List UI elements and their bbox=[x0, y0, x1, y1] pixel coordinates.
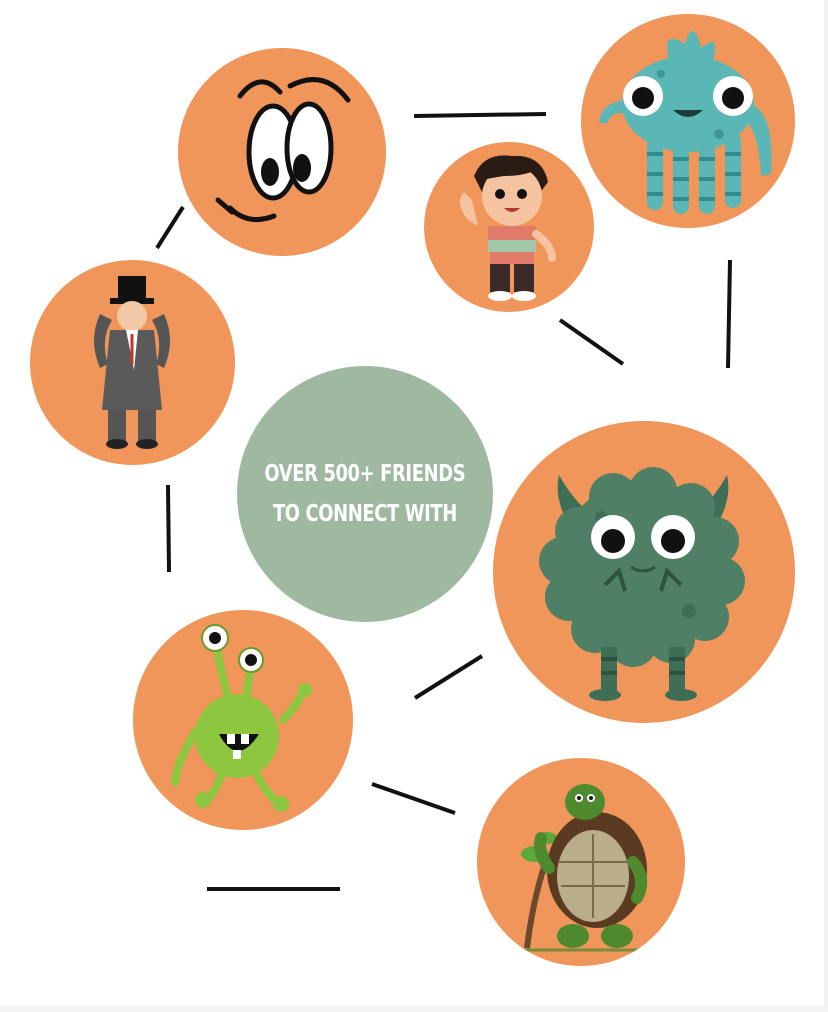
gentleman-icon bbox=[94, 276, 170, 449]
tortoise-icon bbox=[507, 784, 657, 952]
alien-icon bbox=[171, 624, 312, 812]
headline-line-2: TO CONNECT WITH bbox=[273, 501, 457, 527]
connector-line bbox=[726, 259, 732, 369]
teal-monster-icon bbox=[599, 30, 772, 214]
character-bubble-fuzzy-monster bbox=[493, 421, 795, 723]
page-edge-right bbox=[824, 0, 828, 1012]
connector-line bbox=[413, 112, 547, 118]
page-edge-bottom bbox=[0, 1006, 828, 1012]
fuzzy-monster-icon bbox=[539, 467, 745, 701]
headline-line-1: OVER 500+ FRIENDS bbox=[264, 461, 466, 487]
character-bubble-waving-boy bbox=[424, 142, 594, 312]
connector-line bbox=[371, 782, 456, 815]
waving-boy-icon bbox=[459, 155, 556, 301]
character-bubble-tortoise bbox=[477, 758, 685, 966]
connector-line bbox=[166, 484, 171, 573]
connector-line bbox=[558, 318, 625, 366]
character-bubble-teal-monster bbox=[581, 14, 795, 228]
friends-graphic: OVER 500+ FRIENDS TO CONNECT WITH bbox=[0, 0, 828, 1012]
connector-line bbox=[413, 654, 484, 700]
cartoon-face-icon bbox=[215, 77, 351, 223]
character-bubble-gentleman bbox=[30, 260, 235, 465]
character-bubble-alien bbox=[133, 610, 353, 830]
character-bubble-cartoon-face bbox=[178, 48, 386, 256]
headline-bubble: OVER 500+ FRIENDS TO CONNECT WITH bbox=[237, 366, 493, 622]
